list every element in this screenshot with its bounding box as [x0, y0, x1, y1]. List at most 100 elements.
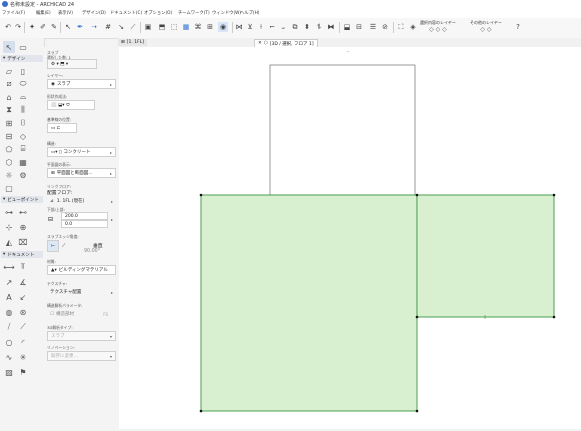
line-tool-icon[interactable]: ⧸	[3, 321, 15, 333]
marquee-tool-icon[interactable]: ▭	[17, 41, 29, 53]
magic-wand-icon[interactable]: ✦	[27, 22, 37, 32]
mesh-tool-icon[interactable]: ▦	[17, 156, 29, 168]
resize-icon[interactable]: ⥮	[314, 22, 324, 32]
door-tool-icon[interactable]: ⌷	[17, 117, 29, 129]
beam-tool-icon[interactable]: ⧄	[3, 78, 15, 90]
menu-file[interactable]: ファイル(F)	[2, 10, 25, 16]
group-icon[interactable]: ⊟	[354, 22, 364, 32]
close-icon[interactable]: ✕	[258, 41, 262, 46]
fill-tool-icon[interactable]: ◍	[3, 306, 15, 318]
edge-vertical-button[interactable]: ⊢	[47, 240, 59, 252]
drag-tool-icon[interactable]: ➝	[89, 22, 99, 32]
menu-document[interactable]: ドキュメント(C)	[110, 10, 142, 16]
elevation-tool-icon[interactable]: ⊷	[17, 206, 29, 218]
building-outline[interactable]	[269, 64, 416, 196]
node-handle[interactable]	[415, 315, 419, 319]
explode-icon[interactable]: ⋈	[234, 22, 244, 32]
spline-tool-icon[interactable]: ∿	[3, 351, 15, 363]
settings-button[interactable]: ⚙ ▾ ⬒ ▾	[47, 59, 97, 69]
polyline-tool-icon[interactable]: ⟋	[17, 321, 29, 333]
floorplan-dropdown[interactable]: ⊞ 平面図と断面図... ▸	[47, 168, 116, 178]
fillet-icon[interactable]: ⌐	[267, 22, 277, 32]
offset-icon[interactable]: ⟓	[278, 22, 288, 32]
classification-dropdown[interactable]: スラブ ▾	[47, 331, 116, 341]
drawing-canvas[interactable]: ⊸	[119, 47, 581, 429]
structure-dropdown[interactable]: ▭▾ ▯ コンクリート ▸	[47, 147, 116, 157]
shell-tool-icon[interactable]: ⌓	[17, 91, 29, 103]
texture-button[interactable]: テクスチャ配置 ▸	[47, 287, 116, 297]
material-dropdown[interactable]: ▲▾ ビルディングマテリアル	[47, 265, 116, 275]
layers-icon[interactable]: ☰	[368, 22, 378, 32]
interior-elevation-icon[interactable]: ⊹	[3, 221, 15, 233]
arrow-select-icon[interactable]: ↖	[63, 22, 73, 32]
undo-icon[interactable]: ↶	[3, 22, 13, 32]
worksheet-tool-icon[interactable]: ⊕	[17, 221, 29, 233]
reference-picker[interactable]: ▭ ⊏	[47, 123, 77, 133]
node-handle[interactable]	[552, 193, 556, 197]
more-tools-icon[interactable]: ▢	[3, 182, 15, 194]
lamp-tool-icon[interactable]: ☼	[3, 169, 15, 181]
curtain-wall-tool-icon[interactable]: ⊞	[3, 117, 15, 129]
node-handle[interactable]	[415, 409, 419, 413]
marquee-icon[interactable]: ⬚	[169, 22, 179, 32]
adjust-icon[interactable]: ⧉	[290, 22, 300, 32]
menu-view[interactable]: 表示(V)	[58, 10, 73, 16]
layer-other-button[interactable]: その他のレイヤー ◇ ◇	[470, 20, 502, 36]
structural-checkbox[interactable]: ☐ 構造部材 FS	[47, 309, 116, 319]
node-handle[interactable]	[199, 409, 203, 413]
dimension-tool-icon[interactable]: ⟷	[3, 261, 15, 273]
zone-tool-icon[interactable]: ⬡	[3, 156, 15, 168]
node-handle[interactable]	[415, 193, 419, 197]
redo-icon[interactable]: ↷	[13, 22, 23, 32]
menu-options[interactable]: オプション(O)	[144, 10, 172, 16]
menu-teamwork[interactable]: チームワーク(T)	[178, 10, 210, 16]
figure-tool-icon[interactable]: ⊛	[17, 306, 29, 318]
view-3d-icon[interactable]: ▣	[143, 22, 153, 32]
section-icon[interactable]: ⬒	[157, 22, 167, 32]
camera-tool-icon[interactable]: ⌧	[17, 236, 29, 248]
node-handle[interactable]	[552, 315, 556, 319]
layer-dropdown[interactable]: ◉ スラブ ▸	[47, 79, 116, 89]
design-section-header[interactable]: ▾ デザイン	[1, 55, 43, 62]
pin-icon[interactable]: ⛶	[396, 22, 406, 32]
eyedropper-icon[interactable]: ✐	[38, 22, 48, 32]
viewpoint-section-header[interactable]: ▾ ビューポイント	[1, 196, 43, 203]
drawing-tool-icon[interactable]: ▨	[3, 366, 15, 378]
arc-tool-icon[interactable]: ◜	[17, 336, 29, 348]
detail-tool-icon[interactable]: ◭	[3, 236, 15, 248]
document-section-header[interactable]: ▾ ドキュメント	[1, 251, 43, 258]
guide-line-icon[interactable]: ↘	[116, 22, 126, 32]
tab-floor-plan[interactable]: ⊞ [1. 1FL]	[118, 39, 147, 46]
label-tool-icon[interactable]: ↙	[17, 291, 29, 303]
window-tool-icon[interactable]: ⊟	[3, 130, 15, 142]
wall-tool-icon[interactable]: ▱	[3, 65, 15, 77]
layout-icon[interactable]: ▦	[181, 22, 191, 32]
stretch-icon[interactable]: ⬍	[302, 22, 312, 32]
geometry-method-picker[interactable]: ⬜ ⬓▾ ⬭	[47, 100, 95, 110]
slab-selected-small[interactable]	[416, 194, 555, 318]
ruler-icon[interactable]: ⟋	[128, 22, 138, 32]
tab-3d-view[interactable]: ✕ ⬡ [3D / 選択, フロア 1]	[254, 39, 318, 47]
layer-current-button[interactable]: 選択内容のレイヤー ◇ ◇ ◇	[420, 20, 456, 36]
fav-icon[interactable]: ◈	[408, 22, 418, 32]
railing-tool-icon[interactable]: ⫼	[17, 104, 29, 116]
column-tool-icon[interactable]: ▯	[17, 65, 29, 77]
trim-icon[interactable]: ⊻	[245, 22, 255, 32]
mirror-icon[interactable]: ⧓	[326, 22, 336, 32]
text-tool-icon[interactable]: A	[3, 291, 15, 303]
angle-dimension-icon[interactable]: ∡	[17, 276, 29, 288]
edge-custom-icon[interactable]: ⟋	[62, 243, 65, 249]
morph-tool-icon[interactable]: ⬠	[3, 143, 15, 155]
slab-selected-large[interactable]	[200, 194, 418, 412]
stair-tool-icon[interactable]: ⧗	[3, 104, 15, 116]
hide-icon[interactable]: ⊘	[380, 22, 390, 32]
split-icon[interactable]: ⟊	[256, 22, 266, 32]
offset-field[interactable]: 0.0	[61, 220, 108, 228]
object-tool-icon[interactable]: ⌸	[17, 143, 29, 155]
chevron-right-icon[interactable]: ▸	[111, 217, 113, 222]
menu-help[interactable]: ヘルプ(H)	[240, 10, 259, 16]
hotspot-icon[interactable]: ⊞	[205, 22, 215, 32]
merge-icon[interactable]: ⌘	[193, 22, 203, 32]
mep-tool-icon[interactable]: ⚙	[17, 169, 29, 181]
skylight-tool-icon[interactable]: ◇	[17, 130, 29, 142]
